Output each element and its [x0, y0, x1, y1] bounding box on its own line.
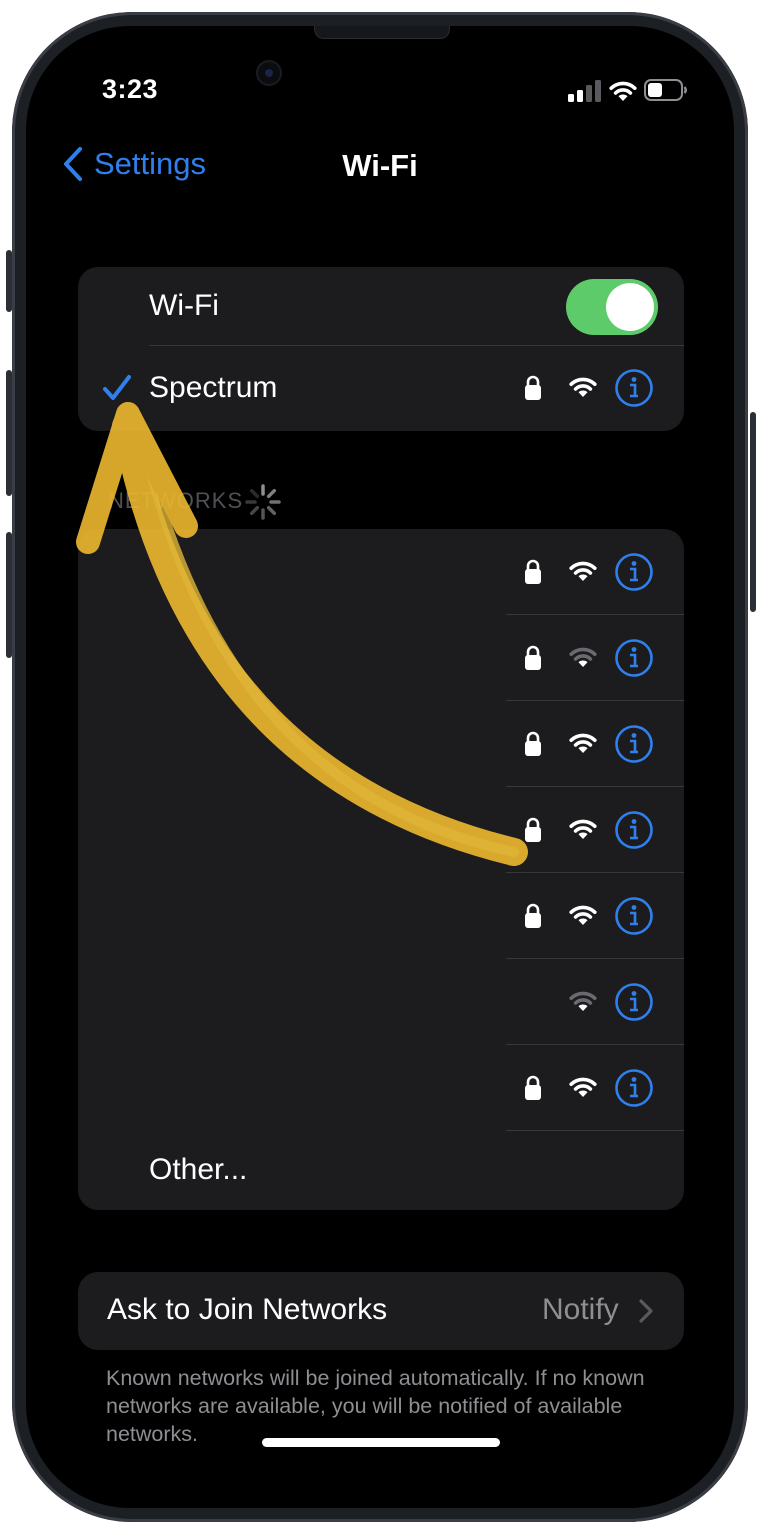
side-button-mute	[6, 250, 12, 312]
side-button-power	[750, 412, 756, 612]
screen: 3:23 Settings Wi-Fi Wi-Fi Spectrum NETWO…	[26, 26, 734, 1508]
side-button-volume-down	[6, 532, 12, 658]
side-button-volume-up	[6, 370, 12, 496]
annotation-arrow	[76, 402, 528, 866]
